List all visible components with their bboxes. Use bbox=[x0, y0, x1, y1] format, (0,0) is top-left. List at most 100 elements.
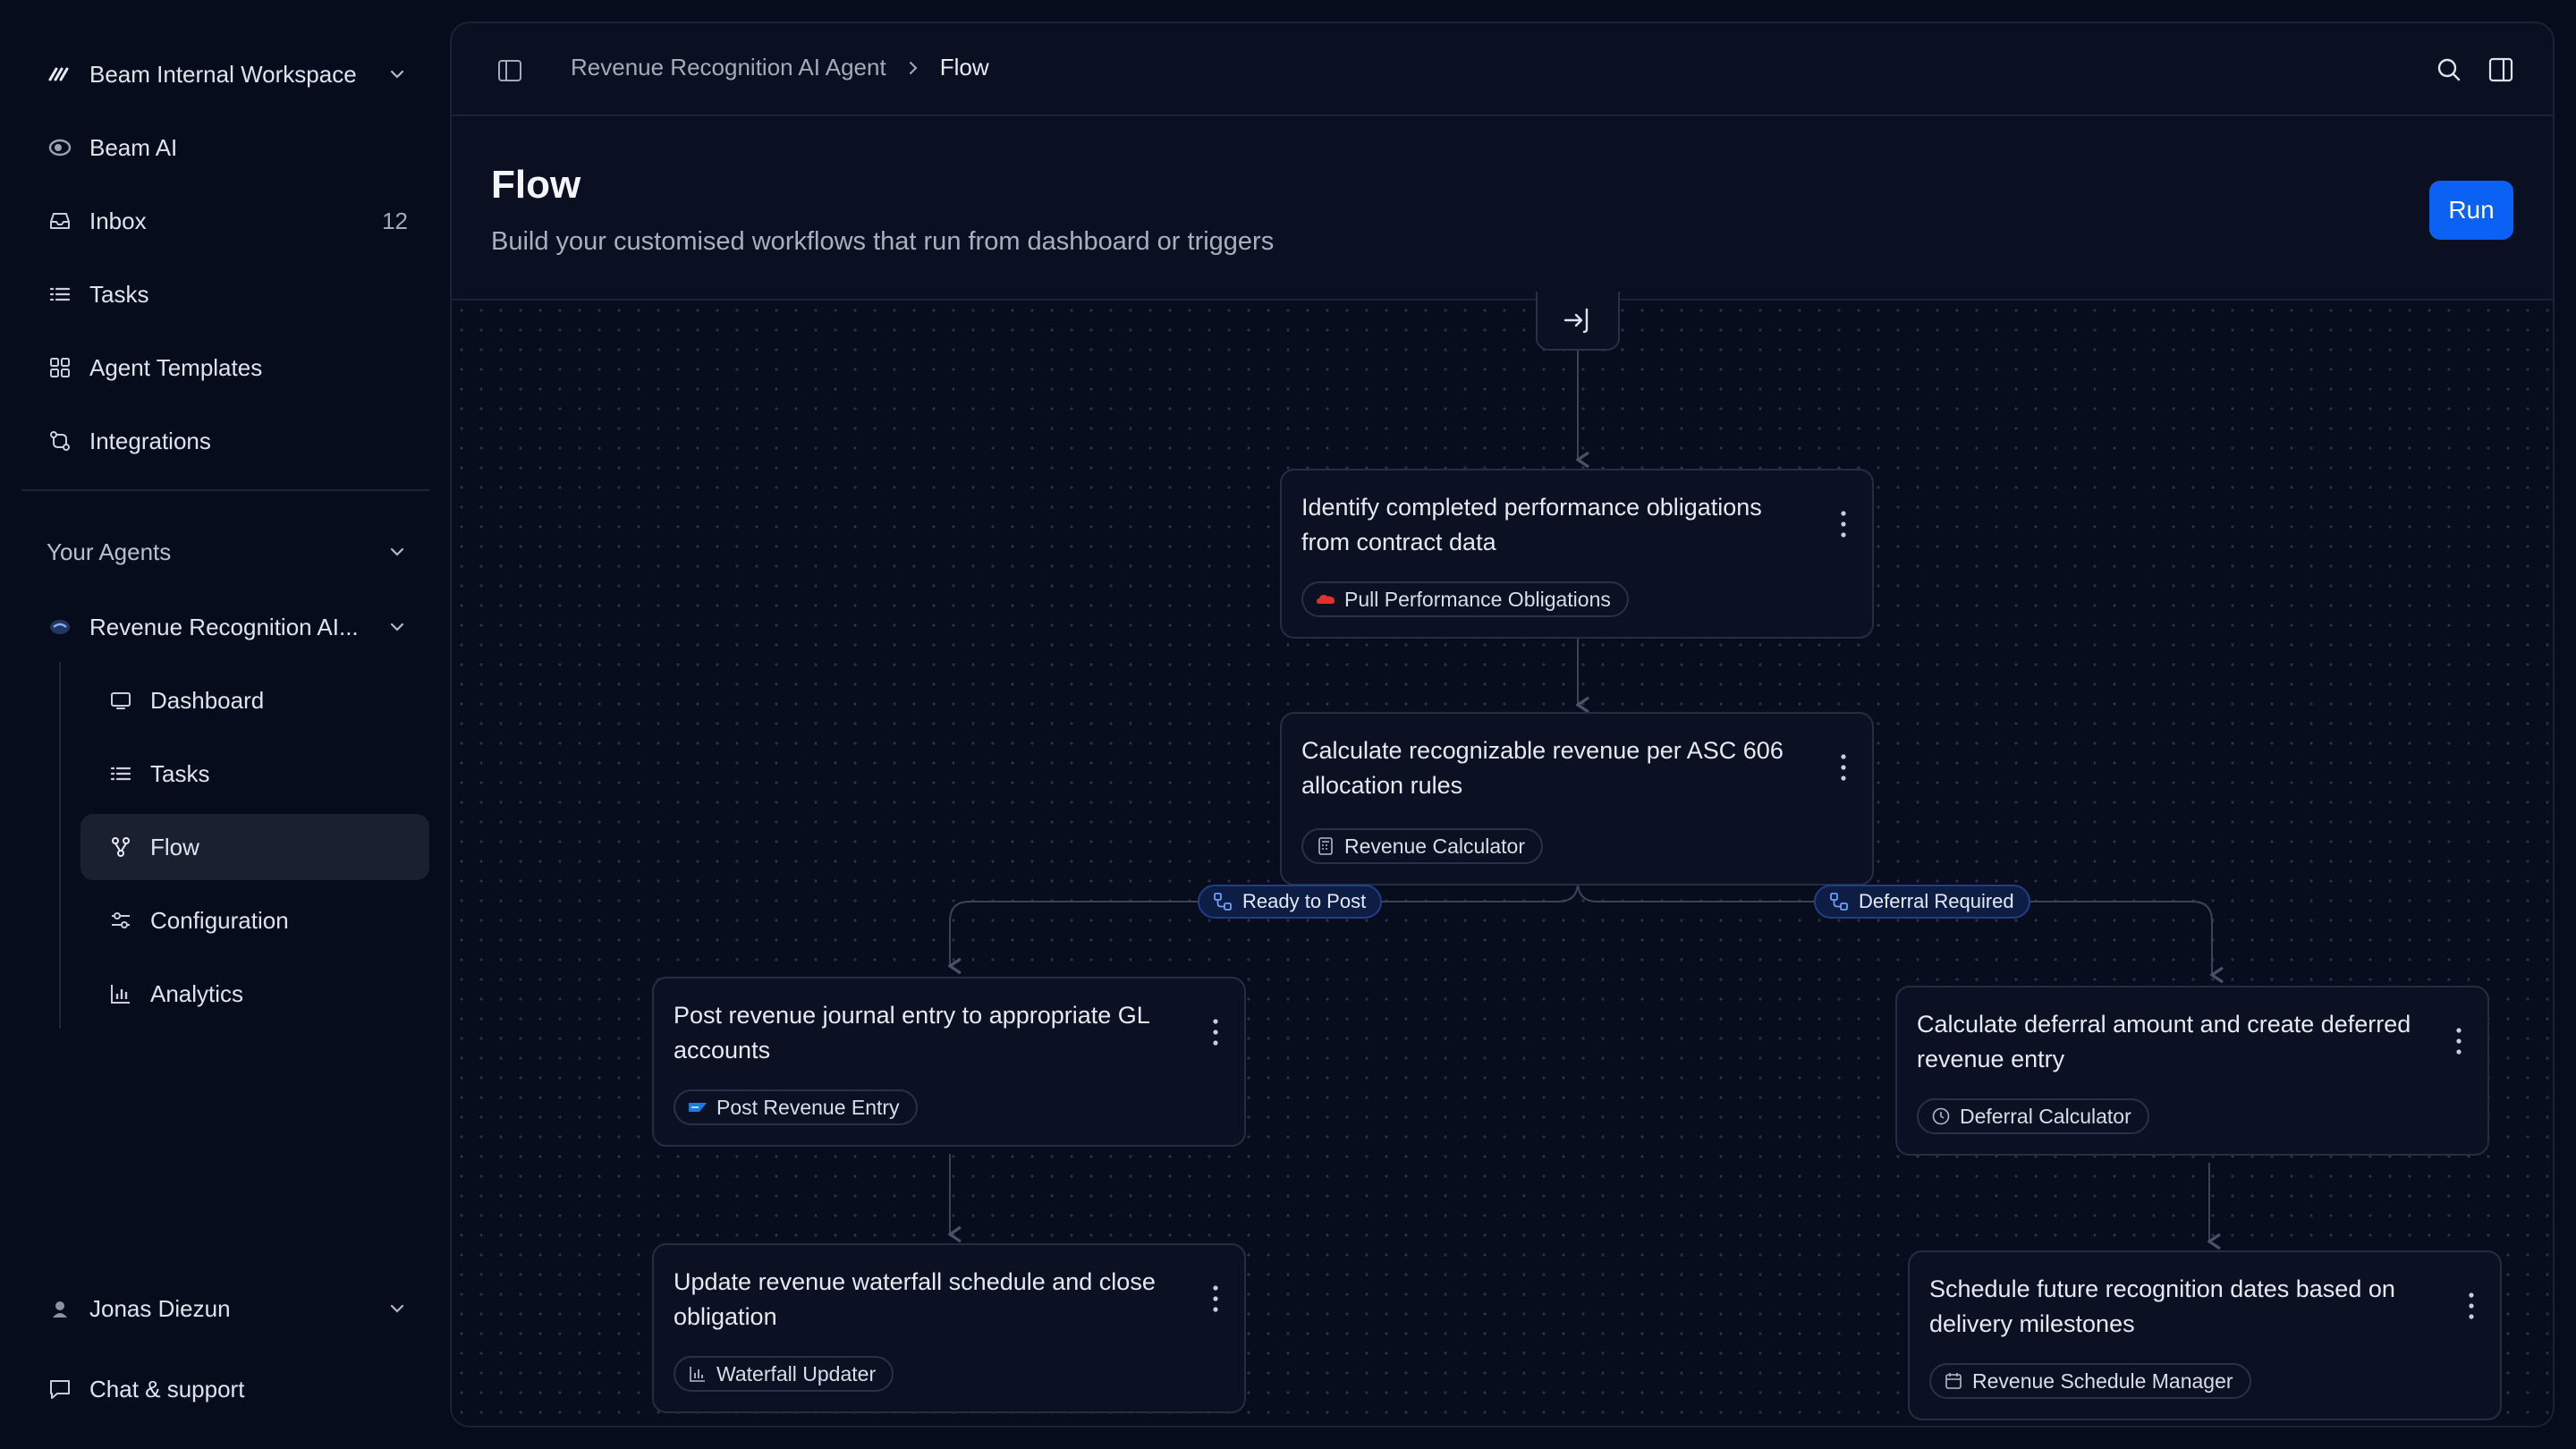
list-icon bbox=[107, 760, 134, 787]
chat-support-link[interactable]: Chat & support bbox=[23, 1356, 429, 1422]
sidebar-item-inbox[interactable]: Inbox 12 bbox=[23, 188, 429, 254]
sap-icon bbox=[688, 1097, 708, 1117]
sidebar: Beam Internal Workspace Beam AI Inbox 12… bbox=[0, 0, 447, 1449]
sidebar-item-label: Dashboard bbox=[150, 686, 265, 714]
section-label: Your Agents bbox=[47, 538, 172, 565]
more-vertical-icon[interactable] bbox=[1212, 1018, 1219, 1046]
agent-revenue-recognition[interactable]: Revenue Recognition AI... bbox=[23, 594, 429, 660]
trigger-start-node[interactable] bbox=[1536, 292, 1620, 351]
chevron-right-icon bbox=[904, 59, 922, 77]
tool-label: Deferral Calculator bbox=[1960, 1104, 2131, 1128]
tool-chip[interactable]: Revenue Calculator bbox=[1301, 828, 1544, 864]
sidebar-divider bbox=[21, 489, 429, 491]
chevron-down-icon bbox=[386, 1298, 408, 1319]
sidebar-item-integrations[interactable]: Integrations bbox=[23, 408, 429, 474]
user-menu[interactable]: Jonas Diezun bbox=[23, 1275, 429, 1342]
main-panel: Revenue Recognition AI Agent Flow Flow B… bbox=[450, 21, 2555, 1428]
branch-label: Ready to Post bbox=[1242, 890, 1367, 912]
node-description: Calculate deferral amount and create def… bbox=[1917, 1011, 2411, 1072]
more-vertical-icon[interactable] bbox=[2455, 1027, 2462, 1055]
tool-label: Pull Performance Obligations bbox=[1344, 587, 1611, 611]
salesforce-cloud-icon bbox=[1316, 589, 1335, 609]
more-vertical-icon[interactable] bbox=[1212, 1284, 1219, 1313]
your-agents-section[interactable]: Your Agents bbox=[23, 519, 429, 585]
run-button[interactable]: Run bbox=[2429, 181, 2513, 240]
tool-label: Post Revenue Entry bbox=[716, 1095, 900, 1119]
tool-label: Waterfall Updater bbox=[716, 1361, 877, 1385]
flow-icon bbox=[107, 834, 134, 860]
node-description: Update revenue waterfall schedule and cl… bbox=[674, 1268, 1156, 1330]
sidebar-item-flow[interactable]: Flow bbox=[80, 814, 429, 880]
tree-guide-line bbox=[59, 662, 61, 1029]
list-icon bbox=[47, 281, 73, 308]
page-subtitle: Build your customised workflows that run… bbox=[491, 227, 1275, 256]
search-icon[interactable] bbox=[2435, 55, 2463, 84]
tool-chip[interactable]: Post Revenue Entry bbox=[674, 1089, 918, 1125]
enter-arrow-icon bbox=[1563, 308, 1589, 334]
breadcrumb: Revenue Recognition AI Agent Flow bbox=[571, 54, 989, 81]
node-description: Post revenue journal entry to appropriat… bbox=[674, 1002, 1149, 1063]
tool-chip[interactable]: Deferral Calculator bbox=[1917, 1098, 2149, 1134]
sidebar-item-analytics[interactable]: Analytics bbox=[80, 961, 429, 1027]
panel-toggle-icon[interactable] bbox=[2487, 55, 2515, 84]
breadcrumb-agent-link[interactable]: Revenue Recognition AI Agent bbox=[571, 54, 886, 81]
sidebar-item-label: Flow bbox=[150, 833, 199, 860]
sidebar-item-label: Tasks bbox=[89, 280, 149, 308]
calendar-icon bbox=[1944, 1371, 1963, 1391]
chevron-down-icon bbox=[386, 541, 408, 563]
flow-node-calculate-revenue[interactable]: Calculate recognizable revenue per ASC 6… bbox=[1280, 712, 1874, 886]
monitor-icon bbox=[107, 687, 134, 714]
sidebar-item-tasks[interactable]: Tasks bbox=[23, 261, 429, 327]
sidebar-item-label: Integrations bbox=[89, 427, 211, 454]
sidebar-item-agent-templates[interactable]: Agent Templates bbox=[23, 335, 429, 401]
agent-avatar-icon bbox=[47, 614, 73, 640]
sidebar-item-label: Analytics bbox=[150, 979, 244, 1007]
more-vertical-icon[interactable] bbox=[2468, 1292, 2475, 1320]
workspace-logo-icon bbox=[47, 61, 73, 88]
sidebar-item-beam-ai[interactable]: Beam AI bbox=[23, 114, 429, 181]
sliders-icon bbox=[107, 907, 134, 934]
node-description: Calculate recognizable revenue per ASC 6… bbox=[1301, 737, 1784, 799]
tool-chip[interactable]: Waterfall Updater bbox=[674, 1356, 894, 1392]
inbox-count-badge: 12 bbox=[382, 207, 408, 234]
flow-node-update-waterfall[interactable]: Update revenue waterfall schedule and cl… bbox=[652, 1243, 1246, 1413]
calculator-icon bbox=[1316, 836, 1335, 856]
top-bar: Revenue Recognition AI Agent Flow bbox=[452, 23, 2553, 116]
branch-ready-to-post[interactable]: Ready to Post bbox=[1198, 885, 1383, 919]
agent-name: Revenue Recognition AI... bbox=[89, 613, 359, 640]
sidebar-item-label: Inbox bbox=[89, 207, 147, 234]
grid-icon bbox=[47, 354, 73, 381]
branch-icon bbox=[1828, 891, 1850, 912]
chat-bubble-icon bbox=[47, 1376, 73, 1402]
more-vertical-icon[interactable] bbox=[1840, 753, 1847, 782]
user-avatar-icon bbox=[47, 1295, 73, 1322]
breadcrumb-current: Flow bbox=[939, 54, 989, 80]
sidebar-item-configuration[interactable]: Configuration bbox=[80, 887, 429, 953]
sidebar-toggle-icon[interactable] bbox=[496, 57, 523, 84]
integrations-icon bbox=[47, 428, 73, 454]
chevron-down-icon bbox=[386, 64, 408, 85]
branch-icon bbox=[1212, 891, 1233, 912]
chevron-down-icon bbox=[386, 616, 408, 638]
clock-icon bbox=[1931, 1106, 1951, 1126]
page-title: Flow bbox=[491, 163, 581, 207]
more-vertical-icon[interactable] bbox=[1840, 510, 1847, 538]
workspace-switcher[interactable]: Beam Internal Workspace bbox=[23, 41, 429, 107]
flow-node-post-journal-entry[interactable]: Post revenue journal entry to appropriat… bbox=[652, 977, 1246, 1147]
branch-deferral-required[interactable]: Deferral Required bbox=[1814, 885, 2030, 919]
bar-chart-icon bbox=[688, 1364, 708, 1384]
page-header: Flow Build your customised workflows tha… bbox=[452, 116, 2553, 301]
sidebar-item-label: Configuration bbox=[150, 906, 289, 934]
sidebar-item-dashboard[interactable]: Dashboard bbox=[80, 667, 429, 733]
flow-canvas[interactable]: Identify completed performance obligatio… bbox=[452, 292, 2553, 1426]
flow-node-calculate-deferral[interactable]: Calculate deferral amount and create def… bbox=[1895, 986, 2489, 1156]
node-description: Schedule future recognition dates based … bbox=[1929, 1275, 2395, 1337]
sidebar-item-agent-tasks[interactable]: Tasks bbox=[80, 741, 429, 807]
tool-chip[interactable]: Revenue Schedule Manager bbox=[1929, 1363, 2251, 1399]
user-name: Jonas Diezun bbox=[89, 1294, 231, 1322]
flow-node-identify-obligations[interactable]: Identify completed performance obligatio… bbox=[1280, 469, 1874, 639]
tool-chip[interactable]: Pull Performance Obligations bbox=[1301, 581, 1629, 617]
flow-node-schedule-recognition[interactable]: Schedule future recognition dates based … bbox=[1908, 1250, 2502, 1420]
sidebar-item-label: Beam AI bbox=[89, 133, 178, 161]
inbox-icon bbox=[47, 208, 73, 234]
